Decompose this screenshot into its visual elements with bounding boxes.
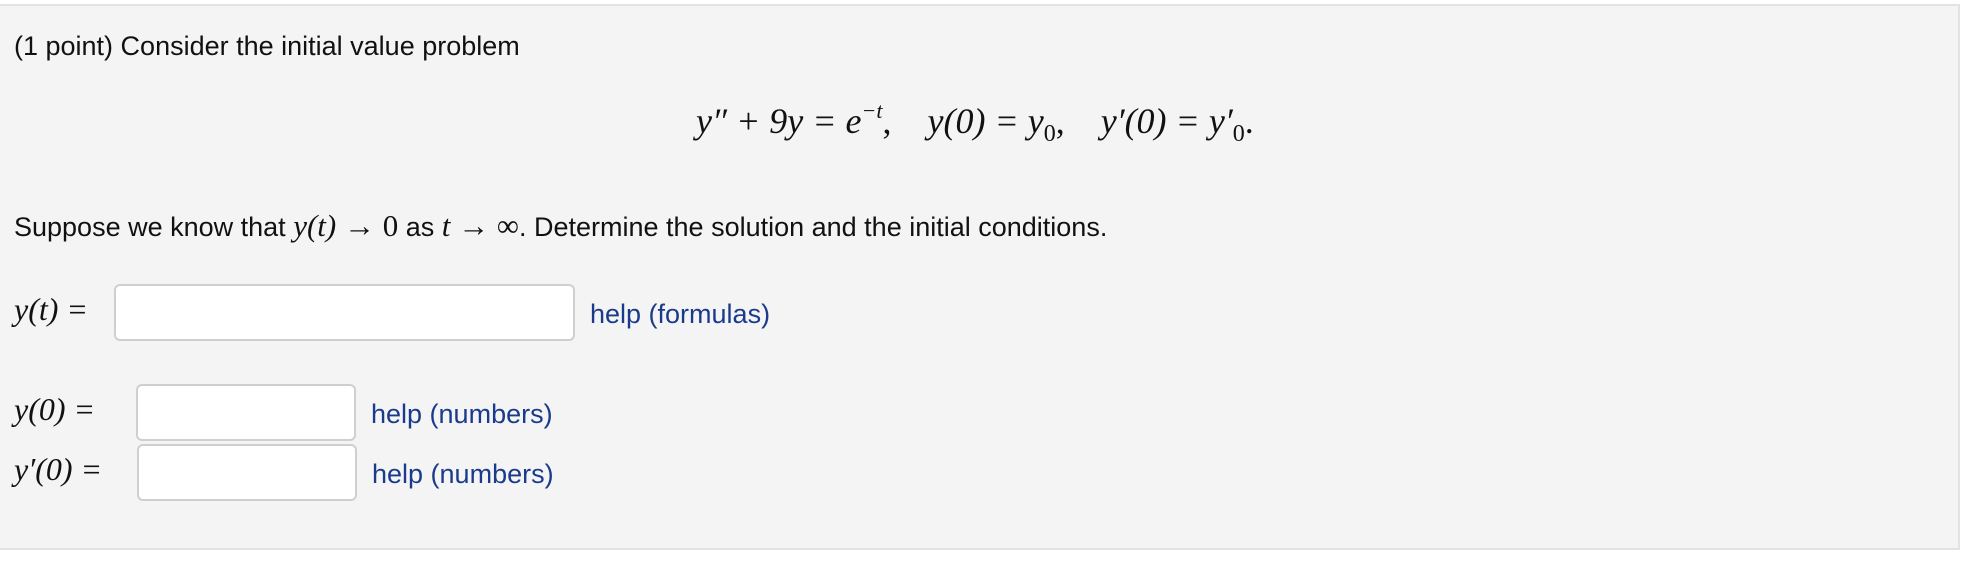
help-numbers-link-y0[interactable]: help (numbers) xyxy=(371,399,553,430)
y0-input[interactable] xyxy=(136,384,356,441)
question-yt: y(t) xyxy=(293,208,337,243)
initial-condition-y0: y(0) = y xyxy=(927,101,1044,141)
question-arrow1: → 0 xyxy=(336,208,399,243)
problem-panel: (1 point) Consider the initial value pro… xyxy=(0,4,1960,550)
help-formulas-link[interactable]: help (formulas) xyxy=(590,299,770,330)
initial-condition-yp0: y′(0) = y′ xyxy=(1100,101,1233,141)
eq-separator: , xyxy=(1055,101,1065,141)
initial-condition-yp0-sub: 0 xyxy=(1232,121,1245,147)
ode-lhs: y″ + 9y = e xyxy=(696,101,862,141)
question-part3: . Determine the solution and the initial… xyxy=(518,212,1108,242)
ode-exponent: −t xyxy=(861,98,883,123)
question-arrow2: → ∞ xyxy=(450,208,519,243)
eq-separator: , xyxy=(882,101,892,141)
initial-condition-y0-sub: 0 xyxy=(1043,121,1056,147)
yp0-label: y′(0) = xyxy=(14,451,103,487)
problem-intro: (1 point) Consider the initial value pro… xyxy=(14,31,520,61)
eq-end: . xyxy=(1244,101,1254,141)
solution-input[interactable] xyxy=(114,284,575,341)
y0-label: y(0) = xyxy=(14,391,96,427)
question-part2: as xyxy=(398,212,442,242)
solution-label: y(t) = xyxy=(14,291,88,327)
display-equation: y″ + 9y = e−t, y(0) = y0, y′(0) = y′0. xyxy=(696,98,1254,148)
help-numbers-link-yp0[interactable]: help (numbers) xyxy=(372,459,554,490)
question-text: Suppose we know that y(t) → 0 as t → ∞. … xyxy=(14,208,1107,244)
yp0-input[interactable] xyxy=(137,444,357,501)
question-part1: Suppose we know that xyxy=(14,212,294,242)
